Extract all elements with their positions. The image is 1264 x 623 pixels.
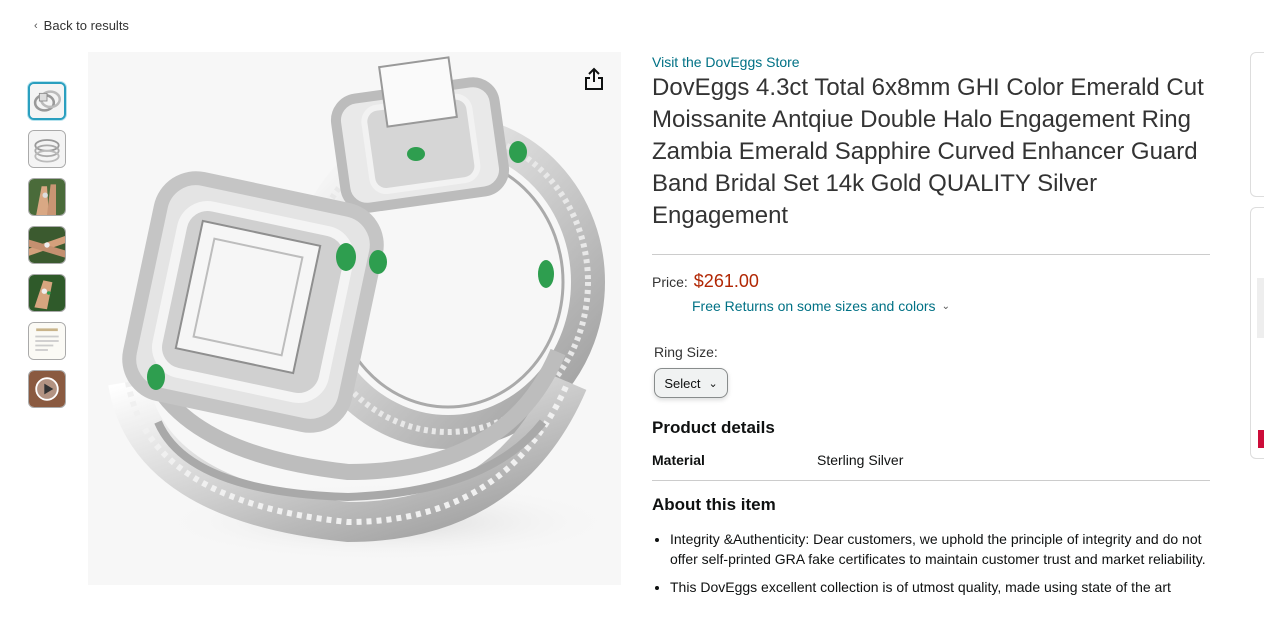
thumbnail-hand[interactable] bbox=[28, 178, 66, 216]
list-item: Integrity &Authenticity: Dear customers,… bbox=[670, 529, 1210, 569]
chevron-left-icon: ‹ bbox=[34, 19, 38, 32]
thumbnail-video[interactable] bbox=[28, 370, 66, 408]
product-info: Visit the DovEggs Store DovEggs 4.3ct To… bbox=[652, 52, 1210, 605]
divider bbox=[652, 254, 1210, 255]
share-icon[interactable] bbox=[583, 67, 605, 91]
details-row-material: Material Sterling Silver bbox=[652, 452, 1210, 468]
price-row: Price: $261.00 bbox=[652, 271, 1210, 292]
ring-size-select[interactable]: Select ⌄ bbox=[654, 368, 728, 398]
back-label: Back to results bbox=[43, 18, 129, 33]
back-to-results-link[interactable]: ‹ Back to results bbox=[34, 18, 129, 33]
free-returns-label: Free Returns on some sizes and colors bbox=[692, 298, 936, 314]
thumbnail-ring-set[interactable] bbox=[28, 130, 66, 168]
about-bullets: Integrity &Authenticity: Dear customers,… bbox=[652, 529, 1210, 597]
sponsored-badge bbox=[1258, 430, 1264, 448]
list-item: This DovEggs excellent collection is of … bbox=[670, 577, 1210, 597]
ring-size-label: Ring Size: bbox=[654, 344, 718, 360]
price-value: $261.00 bbox=[693, 271, 759, 291]
thumbnail-hand-2[interactable] bbox=[28, 274, 66, 312]
details-value: Sterling Silver bbox=[817, 452, 904, 468]
chevron-down-icon: ⌄ bbox=[941, 300, 950, 312]
sponsored-thumbnail bbox=[1257, 278, 1264, 338]
details-key: Material bbox=[652, 452, 705, 468]
about-this-item-heading: About this item bbox=[652, 495, 776, 514]
product-title: DovEggs 4.3ct Total 6x8mm GHI Color Emer… bbox=[652, 74, 1204, 229]
free-returns-link[interactable]: Free Returns on some sizes and colors ⌄ bbox=[692, 298, 1210, 314]
ring-size-select-label: Select bbox=[664, 375, 701, 391]
price-label: Price: bbox=[652, 274, 688, 290]
chevron-down-icon: ⌄ bbox=[708, 377, 718, 390]
buy-box-card bbox=[1250, 52, 1264, 197]
thumbnail-ring[interactable] bbox=[28, 82, 66, 120]
main-product-image[interactable] bbox=[88, 52, 621, 585]
thumbnail-list bbox=[28, 82, 70, 418]
product-details-heading: Product details bbox=[652, 418, 775, 437]
sponsored-card[interactable] bbox=[1250, 207, 1264, 459]
thumbnail-certificate[interactable] bbox=[28, 322, 66, 360]
thumbnail-hands[interactable] bbox=[28, 226, 66, 264]
store-link[interactable]: Visit the DovEggs Store bbox=[652, 54, 1210, 70]
divider bbox=[652, 480, 1210, 481]
